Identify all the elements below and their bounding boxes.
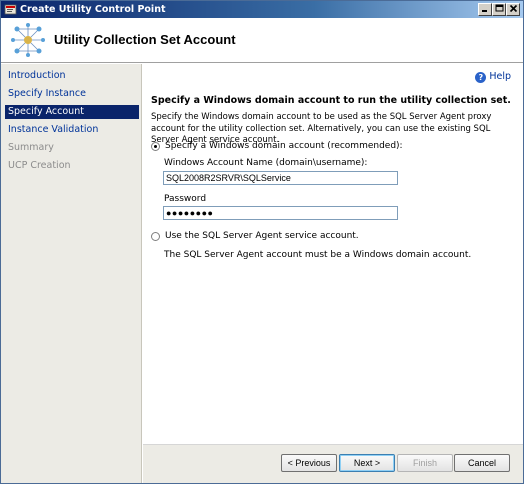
help-icon: ? <box>475 72 487 83</box>
cancel-button[interactable]: Cancel <box>454 454 510 472</box>
main-panel: ? Help Specify a Windows domain account t… <box>143 64 523 483</box>
finish-button: Finish <box>397 454 453 472</box>
wizard-header: Utility Collection Set Account <box>1 18 523 63</box>
minimize-button[interactable] <box>478 3 492 16</box>
sidebar-item-specify-instance[interactable]: Specify Instance <box>5 87 139 101</box>
domain-account-radio-label[interactable]: Specify a Windows domain account (recomm… <box>165 141 403 151</box>
agent-account-radio[interactable] <box>151 232 160 241</box>
wizard-steps-sidebar: Introduction Specify Instance Specify Ac… <box>1 64 142 483</box>
section-heading: Specify a Windows domain account to run … <box>151 95 511 106</box>
close-icon <box>509 4 517 13</box>
app-icon <box>4 4 17 15</box>
maximize-icon <box>495 4 503 12</box>
minimize-icon <box>482 10 487 12</box>
account-name-label: Windows Account Name (domain\username): <box>164 158 368 168</box>
wizard-window: Create Utility Control Point Utility Col… <box>0 0 524 484</box>
password-input[interactable]: ●●●●●●●● <box>163 206 398 220</box>
maximize-button[interactable] <box>492 3 506 16</box>
help-label: Help <box>489 71 511 82</box>
password-label: Password <box>164 194 207 204</box>
account-name-input[interactable]: SQL2008R2SRVR\SQLService <box>163 171 398 185</box>
sidebar-item-ucp-creation: UCP Creation <box>8 160 71 171</box>
window-title: Create Utility Control Point <box>20 4 166 15</box>
domain-account-radio[interactable] <box>151 142 160 151</box>
previous-button[interactable]: < Previous <box>281 454 337 472</box>
help-link[interactable]: ? Help <box>475 71 511 83</box>
utility-network-icon <box>11 23 45 57</box>
page-title: Utility Collection Set Account <box>54 32 236 47</box>
next-button[interactable]: Next > <box>339 454 395 472</box>
sidebar-item-instance-validation[interactable]: Instance Validation <box>5 123 139 137</box>
agent-account-note: The SQL Server Agent account must be a W… <box>164 250 472 260</box>
title-bar[interactable]: Create Utility Control Point <box>1 1 523 18</box>
sidebar-item-introduction[interactable]: Introduction <box>5 69 139 83</box>
sidebar-item-summary: Summary <box>8 142 54 153</box>
agent-account-radio-label[interactable]: Use the SQL Server Agent service account… <box>165 231 359 241</box>
sidebar-item-specify-account[interactable]: Specify Account <box>5 105 139 119</box>
close-button[interactable] <box>506 3 520 16</box>
